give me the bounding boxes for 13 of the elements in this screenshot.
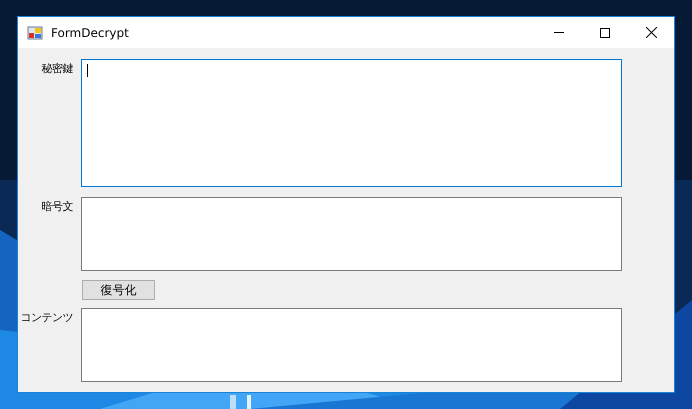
field-label: 暗号文 [42, 199, 73, 215]
field-label: 秘密鍵 [42, 61, 73, 77]
app-icon [27, 24, 43, 40]
input-field[interactable] [81, 308, 622, 382]
field-label: コンテンツ [20, 310, 73, 326]
decrypt-button[interactable]: 復号化 [82, 280, 155, 300]
input-field[interactable] [81, 59, 622, 187]
minimize-icon [554, 32, 564, 33]
text-cursor [87, 64, 88, 77]
window-title: FormDecrypt [51, 24, 129, 42]
close-icon [646, 27, 656, 38]
input-field[interactable] [81, 197, 622, 271]
maximize-icon [600, 28, 610, 38]
